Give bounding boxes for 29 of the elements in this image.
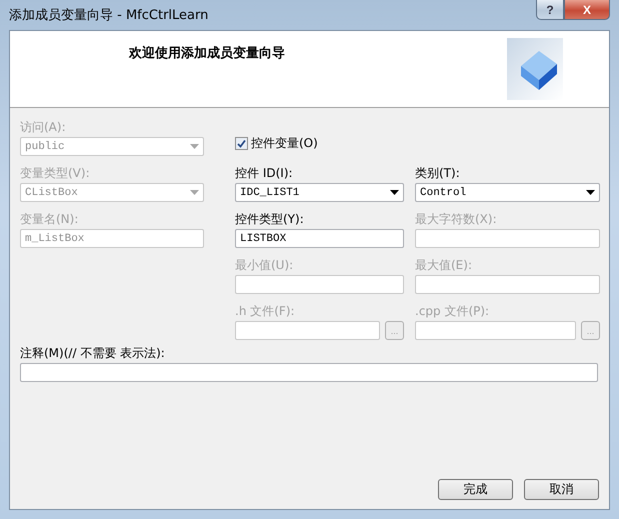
field-label: 最小值(U):	[235, 258, 294, 272]
field-label: 注释(M)(// 不需要 表示法):	[20, 346, 165, 360]
checkbox[interactable]	[235, 136, 248, 150]
input-field[interactable]	[20, 363, 598, 382]
close-button[interactable]: X	[564, 0, 610, 20]
finish-button[interactable]: 完成	[438, 479, 513, 500]
dropdown[interactable]: Control	[415, 183, 600, 202]
field-label: 最大字符数(X):	[415, 212, 498, 226]
input-field[interactable]: LISTBOX	[235, 229, 404, 248]
field-label: 类别(T):	[415, 166, 461, 180]
field-label: 最大值(E):	[415, 258, 473, 272]
field-label: .h 文件(F):	[235, 304, 296, 318]
field-label: 控件类型(Y):	[235, 212, 305, 226]
checkbox-label: 控件变量(O)	[251, 136, 318, 150]
dropdown-arrow-icon	[390, 190, 399, 195]
cube-icon	[507, 38, 563, 100]
help-button[interactable]: ?	[536, 0, 564, 20]
dropdown[interactable]: IDC_LIST1	[235, 183, 404, 202]
field-label: 变量名(N):	[20, 212, 80, 226]
field-label: .cpp 文件(P):	[415, 304, 490, 318]
window-title: 添加成员变量向导 - MfcCtrlLearn	[9, 7, 208, 24]
dropdown-arrow-icon	[190, 144, 199, 149]
dropdown-arrow-icon	[586, 190, 595, 195]
dropdown-arrow-icon	[190, 190, 199, 195]
cancel-button[interactable]: 取消	[524, 479, 599, 500]
field-label: 访问(A):	[20, 120, 67, 134]
field-label: 变量类型(V):	[20, 166, 91, 180]
field-label: 控件 ID(I):	[235, 166, 294, 180]
wizard-title: 欢迎使用添加成员变量向导	[129, 44, 285, 60]
